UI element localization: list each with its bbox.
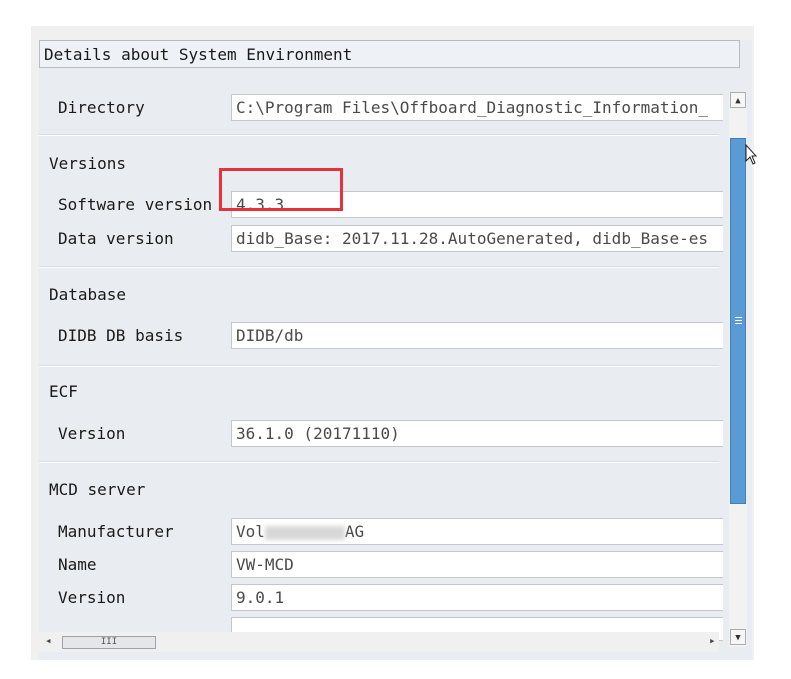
scroll-up-button[interactable]: ▲ [730,92,746,108]
scroll-down-button[interactable]: ▼ [730,629,746,645]
divider [39,366,719,367]
grip-line [735,320,742,321]
mouse-cursor-icon [745,144,757,165]
directory-field[interactable]: C:\Program Files\Offboard_Diagnostic_Inf… [231,94,723,121]
data-version-field[interactable]: didb_Base: 2017.11.28.AutoGenerated, did… [231,225,723,252]
panel-title: Details about System Environment [39,40,740,68]
data-version-label: Data version [58,229,174,248]
scroll-left-arrow[interactable]: ◂ [45,634,52,647]
redacted-text [264,525,345,540]
vertical-scrollbar[interactable]: ▲ ▼ [729,92,747,647]
manufacturer-prefix: Vol [236,522,265,541]
mcd-name-field[interactable]: VW-MCD [231,551,723,578]
system-environment-window: Details about System Environment Directo… [31,26,754,660]
scroll-right-arrow[interactable]: ▸ [709,634,716,647]
manufacturer-field[interactable]: Vol AG [231,518,723,545]
ecf-version-field[interactable]: 36.1.0 (20171110) [231,420,723,447]
didb-basis-field[interactable]: DIDB/db [231,322,723,349]
grip-line [735,317,742,318]
mcd-heading: MCD server [49,480,146,499]
highlight-box [219,168,343,211]
software-version-label: Software version [58,195,213,214]
mcd-version-field[interactable]: 9.0.1 [231,584,723,611]
details-panel: Details about System Environment Directo… [39,40,752,660]
manufacturer-label: Manufacturer [58,522,174,541]
directory-label: Directory [58,98,145,117]
mcd-name-label: Name [58,555,97,574]
grip-line [735,323,742,324]
manufacturer-suffix: AG [344,522,365,541]
divider [39,267,719,268]
vertical-scroll-thumb[interactable] [730,138,746,504]
ecf-heading: ECF [49,382,78,401]
horizontal-scroll-thumb[interactable]: III [62,636,156,649]
ecf-version-label: Version [58,424,126,443]
divider [39,135,719,136]
mcd-version-label: Version [58,588,126,607]
divider [39,462,719,463]
versions-heading: Versions [49,154,127,173]
horizontal-scrollbar[interactable]: ◂ III ▸ [39,632,719,652]
didb-basis-label: DIDB DB basis [58,326,184,345]
database-heading: Database [49,285,127,304]
